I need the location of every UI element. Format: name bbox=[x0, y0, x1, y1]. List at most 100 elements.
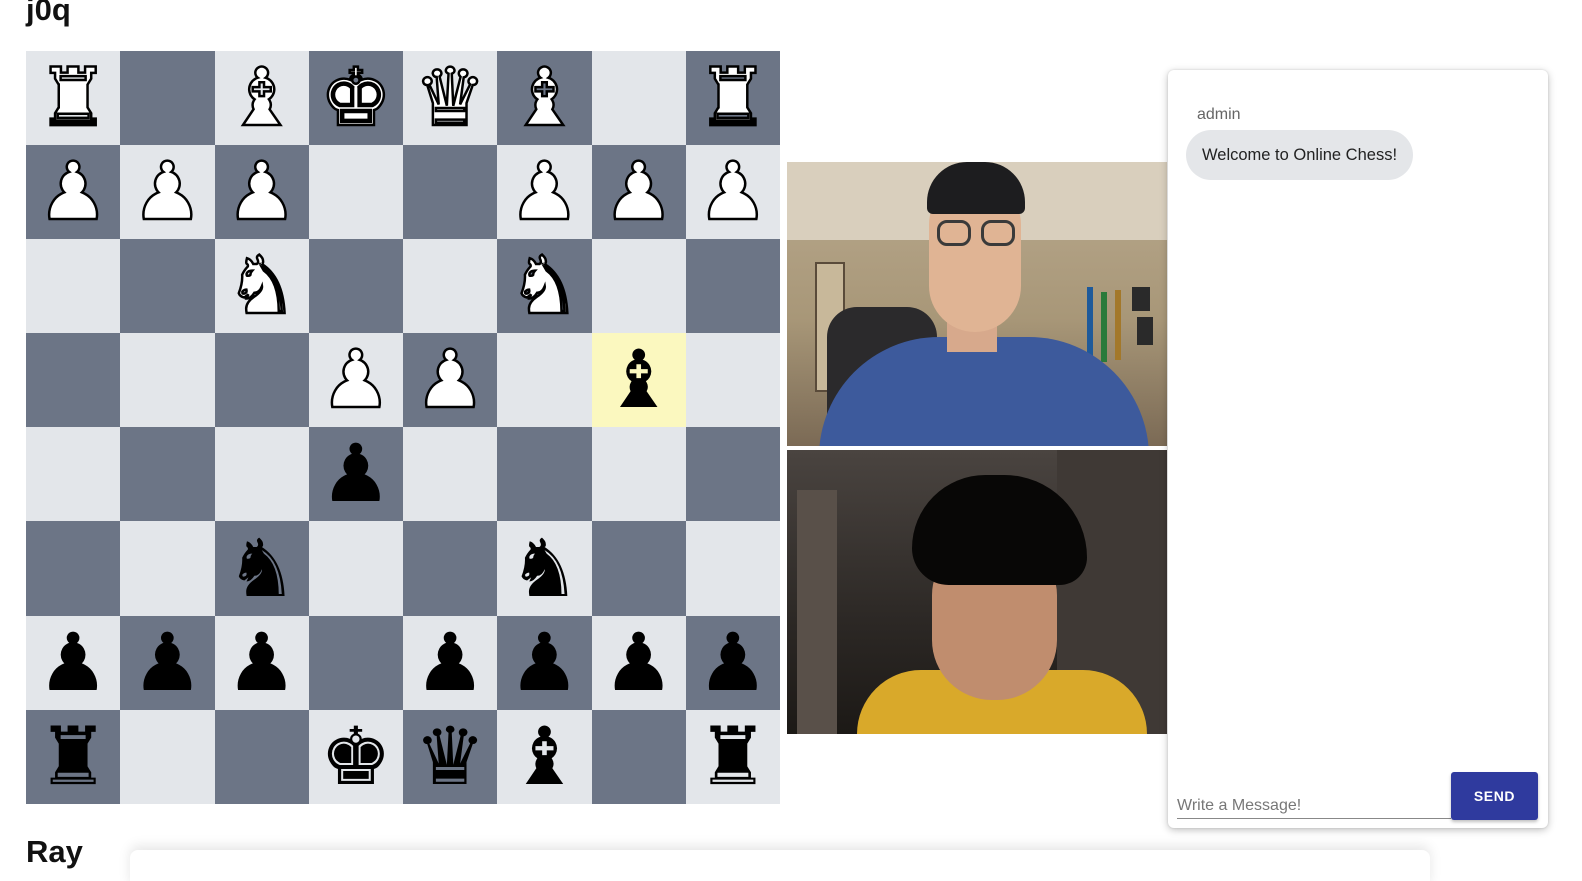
white-pawn-piece[interactable]: ♟ bbox=[225, 150, 299, 233]
black-king-piece[interactable]: ♚ bbox=[320, 716, 392, 797]
board-square[interactable]: ♟ bbox=[403, 615, 498, 710]
board-square[interactable] bbox=[120, 427, 215, 522]
board-square[interactable]: ♟ bbox=[497, 145, 592, 240]
board-square[interactable]: ♞ bbox=[214, 239, 309, 334]
board-square[interactable] bbox=[26, 521, 121, 616]
board-square[interactable] bbox=[308, 145, 403, 240]
board-square[interactable]: ♜ bbox=[685, 51, 780, 146]
board-square[interactable] bbox=[214, 709, 309, 804]
board-square[interactable]: ♟ bbox=[26, 145, 121, 240]
board-square[interactable]: ♜ bbox=[26, 709, 121, 804]
board-square[interactable]: ♞ bbox=[497, 239, 592, 334]
board-square[interactable]: ♟ bbox=[26, 615, 121, 710]
white-rook-piece[interactable]: ♜ bbox=[696, 56, 770, 139]
board-square[interactable] bbox=[403, 521, 498, 616]
board-square[interactable]: ♟ bbox=[308, 333, 403, 428]
board-square[interactable]: ♝ bbox=[591, 333, 686, 428]
board-square[interactable]: ♟ bbox=[214, 145, 309, 240]
black-bishop-piece[interactable]: ♝ bbox=[509, 716, 581, 797]
board-square[interactable]: ♛ bbox=[403, 709, 498, 804]
black-pawn-piece[interactable]: ♟ bbox=[320, 434, 392, 514]
board-square[interactable] bbox=[403, 427, 498, 522]
black-pawn-piece[interactable]: ♟ bbox=[414, 622, 486, 703]
board-square[interactable]: ♟ bbox=[308, 427, 403, 522]
black-pawn-piece[interactable]: ♟ bbox=[603, 622, 675, 703]
white-pawn-piece[interactable]: ♟ bbox=[602, 150, 676, 233]
board-square[interactable]: ♟ bbox=[591, 145, 686, 240]
board-square[interactable] bbox=[591, 427, 686, 522]
board-square[interactable] bbox=[591, 239, 686, 334]
medal-ribbon bbox=[1101, 292, 1107, 362]
board-square[interactable]: ♜ bbox=[26, 51, 121, 146]
message-input[interactable] bbox=[1177, 786, 1451, 819]
white-pawn-piece[interactable]: ♟ bbox=[696, 150, 770, 233]
board-square[interactable] bbox=[591, 709, 686, 804]
white-pawn-piece[interactable]: ♟ bbox=[507, 150, 581, 233]
board-square[interactable] bbox=[308, 239, 403, 334]
board-square[interactable] bbox=[214, 427, 309, 522]
white-king-piece[interactable]: ♚ bbox=[319, 56, 393, 139]
white-queen-piece[interactable]: ♛ bbox=[413, 56, 487, 139]
white-pawn-piece[interactable]: ♟ bbox=[319, 339, 393, 422]
black-knight-piece[interactable]: ♞ bbox=[226, 528, 298, 609]
black-queen-piece[interactable]: ♛ bbox=[414, 716, 486, 797]
board-square[interactable]: ♟ bbox=[591, 615, 686, 710]
send-button[interactable]: SEND bbox=[1451, 772, 1538, 820]
board-square[interactable]: ♟ bbox=[120, 615, 215, 710]
board-square[interactable] bbox=[26, 333, 121, 428]
board-square[interactable]: ♞ bbox=[497, 521, 592, 616]
board-square[interactable] bbox=[403, 239, 498, 334]
board-square[interactable] bbox=[120, 333, 215, 428]
board-square[interactable] bbox=[120, 709, 215, 804]
black-pawn-piece[interactable]: ♟ bbox=[132, 622, 204, 703]
black-rook-piece[interactable]: ♜ bbox=[37, 716, 109, 797]
board-square[interactable]: ♚ bbox=[308, 709, 403, 804]
black-rook-piece[interactable]: ♜ bbox=[697, 716, 769, 797]
black-knight-piece[interactable]: ♞ bbox=[509, 528, 581, 609]
board-square[interactable]: ♝ bbox=[497, 51, 592, 146]
board-square[interactable] bbox=[685, 333, 780, 428]
black-pawn-piece[interactable]: ♟ bbox=[697, 622, 769, 703]
board-square[interactable]: ♟ bbox=[685, 615, 780, 710]
board-square[interactable] bbox=[497, 427, 592, 522]
white-bishop-piece[interactable]: ♝ bbox=[225, 56, 299, 139]
board-square[interactable] bbox=[26, 239, 121, 334]
board-square[interactable]: ♛ bbox=[403, 51, 498, 146]
board-square[interactable] bbox=[120, 51, 215, 146]
white-knight-piece[interactable]: ♞ bbox=[225, 244, 299, 327]
white-pawn-piece[interactable]: ♟ bbox=[130, 150, 204, 233]
black-pawn-piece[interactable]: ♟ bbox=[226, 622, 298, 703]
board-square[interactable] bbox=[685, 427, 780, 522]
board-square[interactable]: ♜ bbox=[685, 709, 780, 804]
board-square[interactable] bbox=[685, 521, 780, 616]
board-square[interactable] bbox=[120, 239, 215, 334]
board-square[interactable] bbox=[497, 333, 592, 428]
wall-frame bbox=[1132, 287, 1150, 311]
board-square[interactable] bbox=[214, 333, 309, 428]
board-square[interactable]: ♝ bbox=[214, 51, 309, 146]
board-square[interactable]: ♟ bbox=[214, 615, 309, 710]
board-square[interactable]: ♝ bbox=[497, 709, 592, 804]
board-square[interactable] bbox=[591, 521, 686, 616]
white-knight-piece[interactable]: ♞ bbox=[507, 244, 581, 327]
board-square[interactable] bbox=[26, 427, 121, 522]
board-square[interactable]: ♟ bbox=[685, 145, 780, 240]
board-square[interactable] bbox=[308, 521, 403, 616]
board-square[interactable]: ♟ bbox=[403, 333, 498, 428]
black-pawn-piece[interactable]: ♟ bbox=[37, 622, 109, 703]
board-square[interactable] bbox=[308, 615, 403, 710]
board-square[interactable]: ♞ bbox=[214, 521, 309, 616]
black-bishop-piece[interactable]: ♝ bbox=[603, 340, 675, 420]
board-square[interactable] bbox=[685, 239, 780, 334]
white-pawn-piece[interactable]: ♟ bbox=[36, 150, 110, 233]
white-rook-piece[interactable]: ♜ bbox=[36, 56, 110, 139]
board-square[interactable] bbox=[120, 521, 215, 616]
white-pawn-piece[interactable]: ♟ bbox=[413, 339, 487, 422]
black-pawn-piece[interactable]: ♟ bbox=[509, 622, 581, 703]
board-square[interactable]: ♟ bbox=[120, 145, 215, 240]
white-bishop-piece[interactable]: ♝ bbox=[507, 56, 581, 139]
board-square[interactable] bbox=[591, 51, 686, 146]
board-square[interactable] bbox=[403, 145, 498, 240]
board-square[interactable]: ♟ bbox=[497, 615, 592, 710]
board-square[interactable]: ♚ bbox=[308, 51, 403, 146]
